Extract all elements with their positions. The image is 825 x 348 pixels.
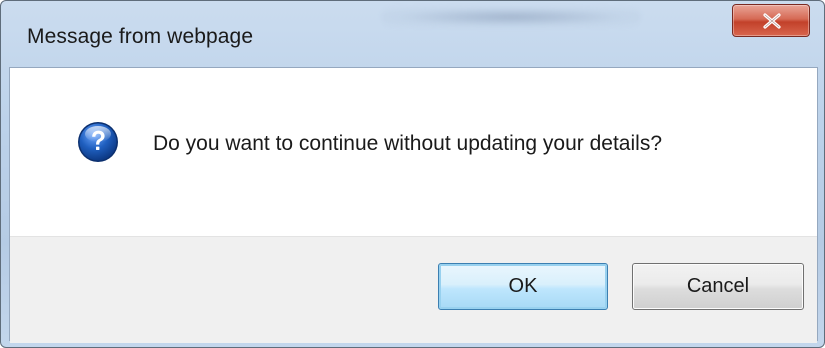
cancel-button[interactable]: Cancel xyxy=(632,263,804,310)
button-bar: OK Cancel xyxy=(10,236,817,343)
title-bar-glare xyxy=(381,7,641,27)
dialog-body: Do you want to continue without updating… xyxy=(9,67,818,343)
message-area: Do you want to continue without updating… xyxy=(10,68,817,236)
message-dialog: Message from webpage Do you want to cont… xyxy=(0,0,825,348)
close-button[interactable] xyxy=(732,4,810,37)
window-title: Message from webpage xyxy=(27,25,254,48)
ok-button[interactable]: OK xyxy=(438,263,608,310)
dialog-message: Do you want to continue without updating… xyxy=(153,132,662,155)
title-bar[interactable]: Message from webpage xyxy=(1,1,824,67)
close-x-icon xyxy=(763,13,781,29)
question-icon xyxy=(78,122,118,162)
